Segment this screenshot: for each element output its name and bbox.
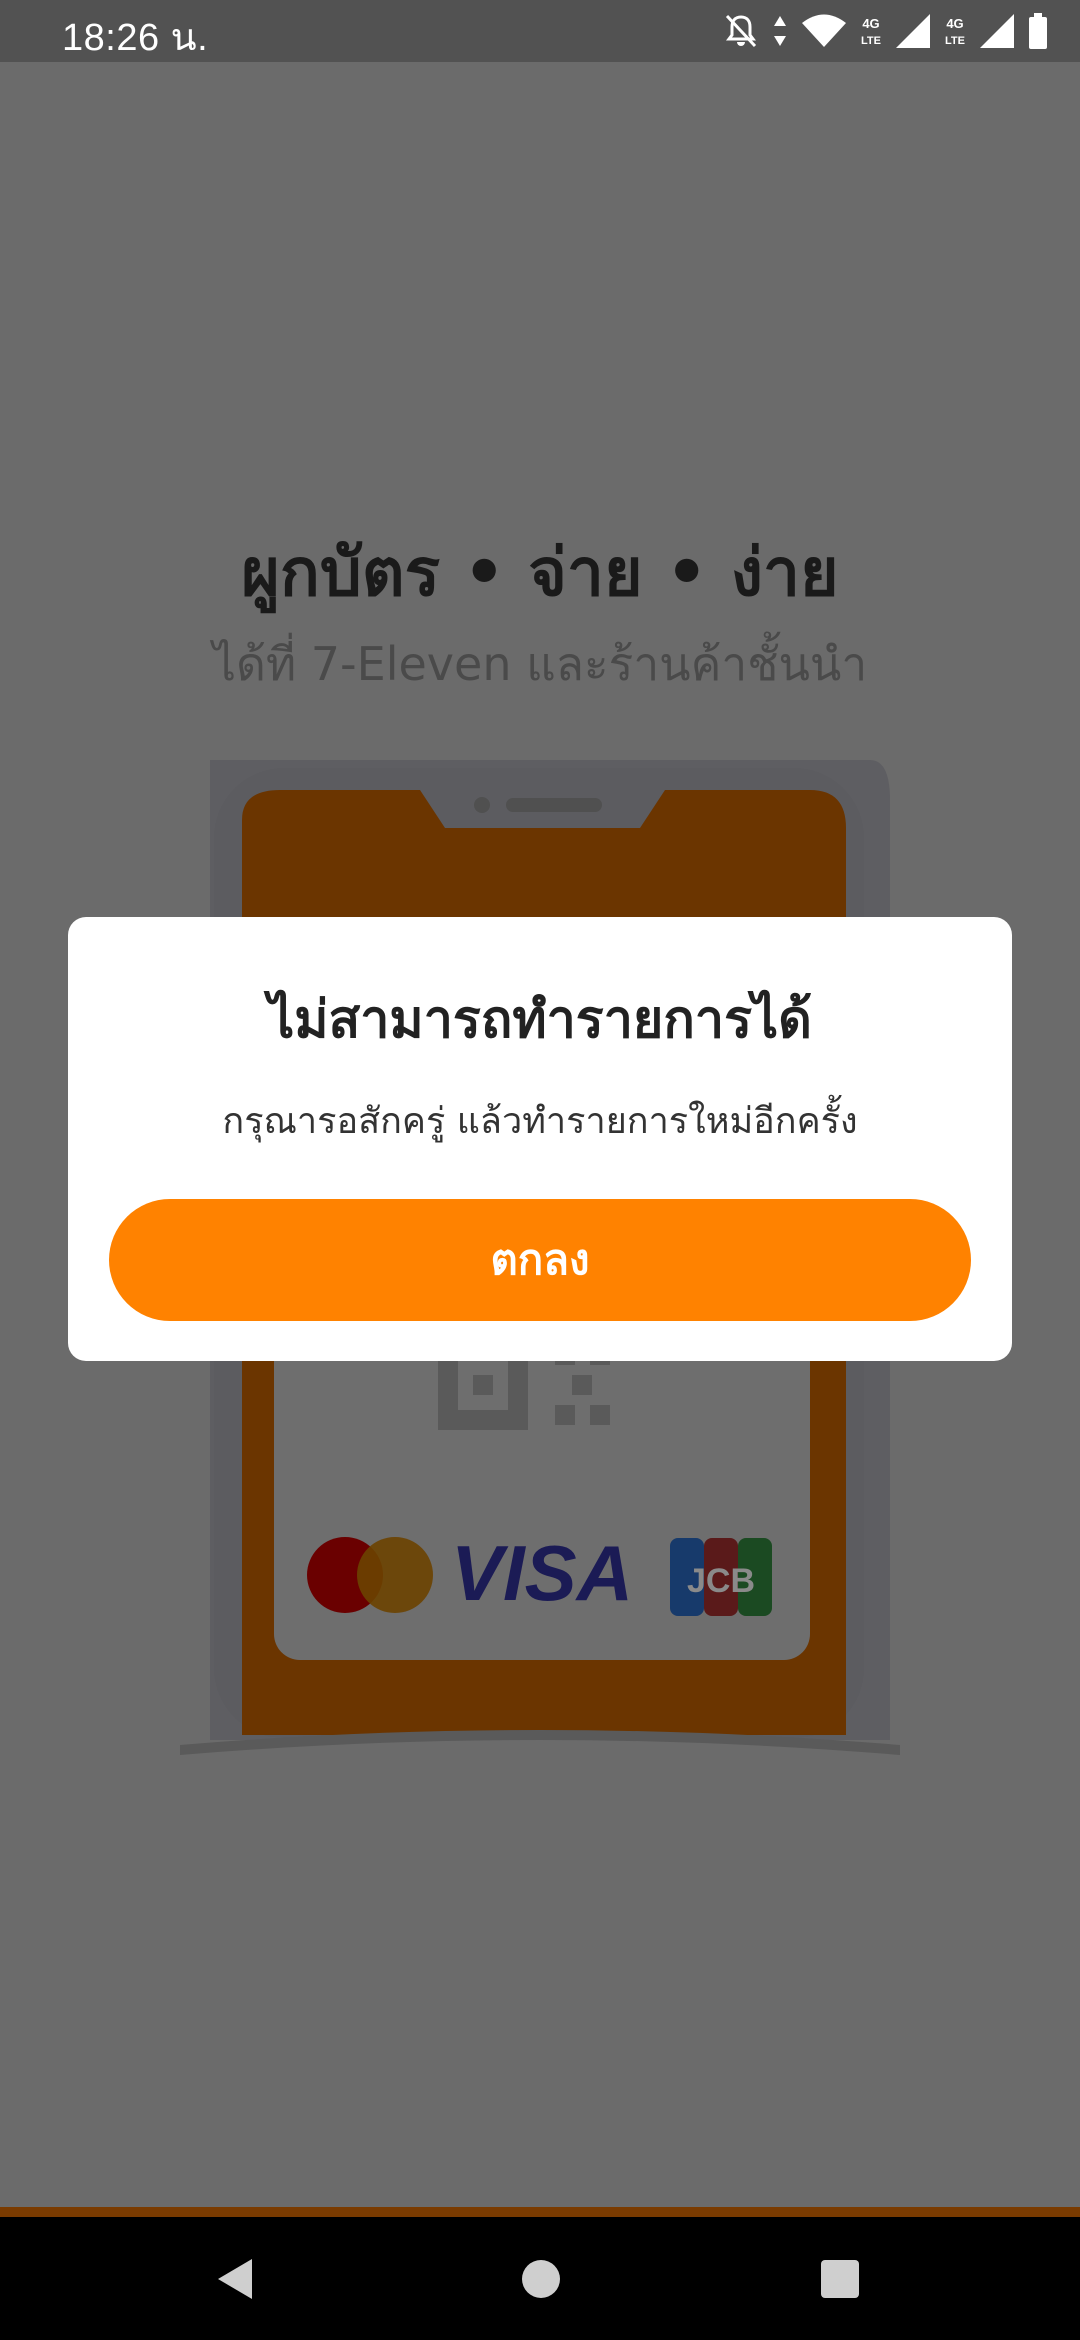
recents-icon[interactable] xyxy=(821,2260,859,2298)
promo-headline: ผูกบัตร • จ่าย • ง่าย xyxy=(241,534,839,611)
mastercard-logo xyxy=(307,1537,433,1613)
svg-text:JCB: JCB xyxy=(687,1562,755,1600)
home-icon[interactable] xyxy=(522,2260,560,2298)
visa-logo: VISA xyxy=(451,1529,633,1617)
svg-text:4G: 4G xyxy=(946,16,963,31)
jcb-logo: JCB xyxy=(670,1538,772,1616)
status-bar: 18:26 น. 4G LTE 4G LTE xyxy=(0,0,1080,62)
error-dialog: ไม่สามารถทำรายการได้ กรุณารอสักครู่ แล้ว… xyxy=(68,917,1012,1361)
svg-text:4G: 4G xyxy=(862,16,879,31)
status-time: 18:26 น. xyxy=(62,17,209,59)
status-icons: 4G LTE 4G LTE xyxy=(724,10,1048,52)
4g-lte-icon: 4G LTE xyxy=(945,16,965,47)
promo-subline: ได้ที่ 7-Eleven และร้านค้าชั้นนำ xyxy=(212,637,868,691)
dialog-title: ไม่สามารถทำรายการได้ xyxy=(268,990,812,1050)
bottom-accent-strip xyxy=(0,2207,1080,2217)
signal-icon xyxy=(980,14,1014,48)
dialog-message: กรุณารอสักครู่ แล้วทำรายการใหม่อีกครั้ง xyxy=(222,1101,858,1142)
svg-text:LTE: LTE xyxy=(945,35,965,47)
data-arrows-icon xyxy=(774,16,786,46)
navigation-bar xyxy=(0,2217,1080,2340)
svg-text:LTE: LTE xyxy=(861,35,881,47)
4g-lte-icon: 4G LTE xyxy=(861,16,881,47)
signal-icon xyxy=(896,14,930,48)
ok-button[interactable]: ตกลง xyxy=(109,1199,971,1321)
battery-icon xyxy=(1029,13,1047,49)
notifications-off-icon xyxy=(725,14,757,48)
back-icon[interactable] xyxy=(216,2257,256,2301)
wifi-icon xyxy=(802,14,846,47)
